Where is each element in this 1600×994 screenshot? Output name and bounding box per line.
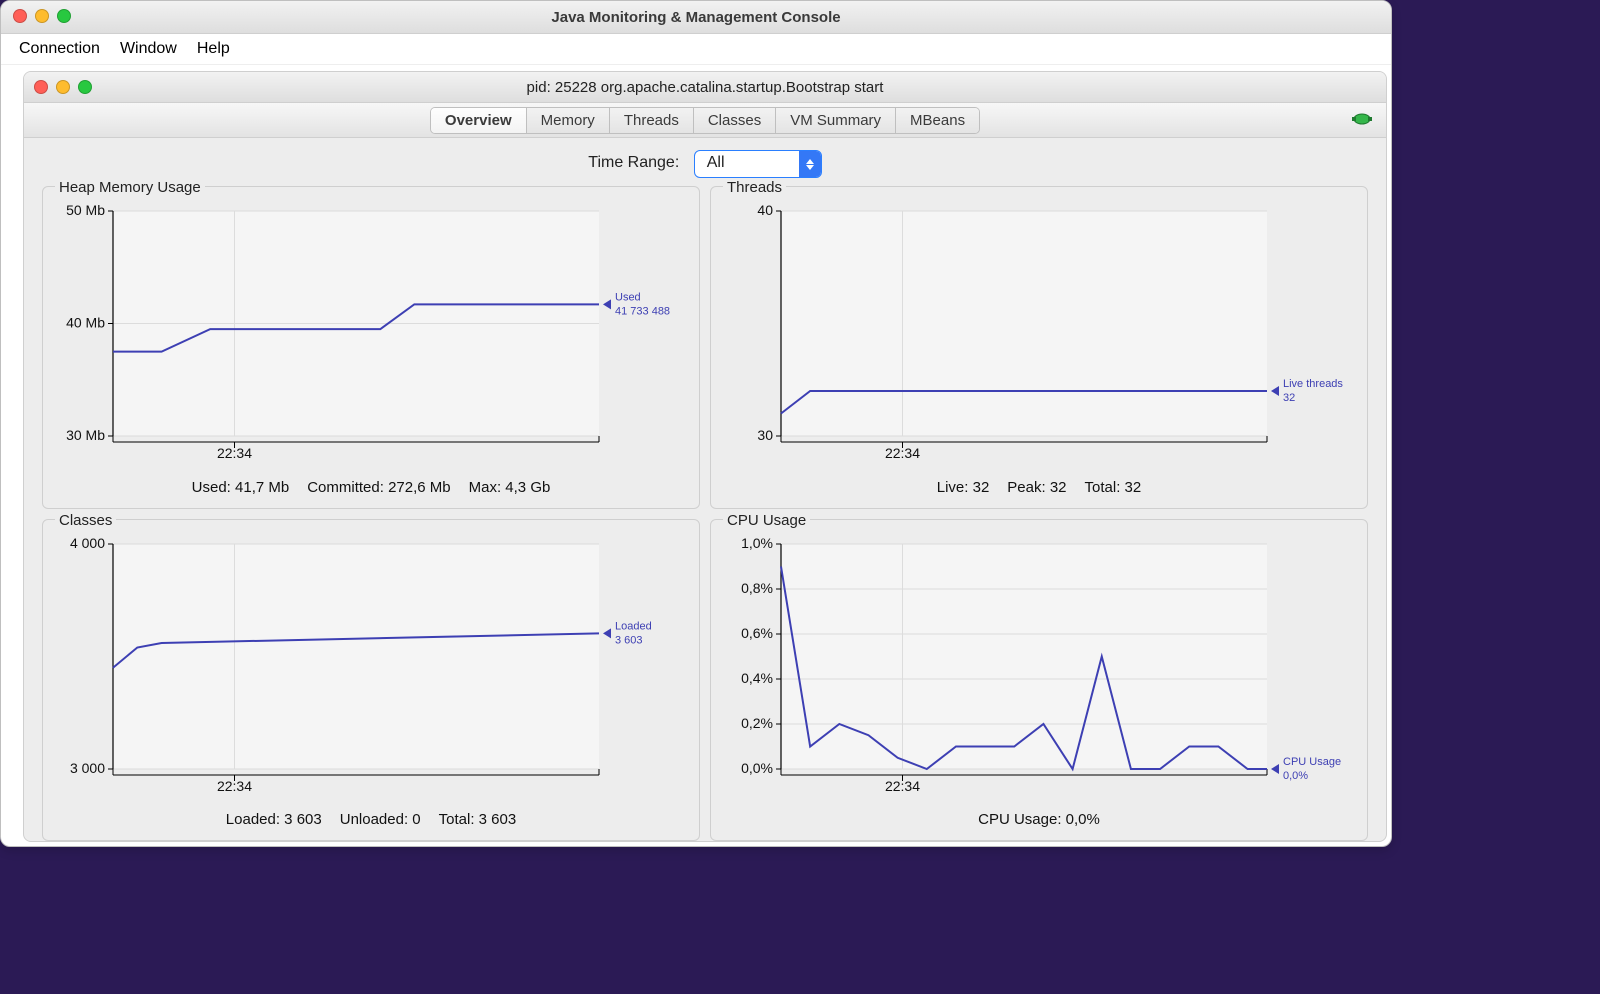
svg-text:22:34: 22:34 <box>885 445 920 461</box>
threads-live: Live: 32 <box>937 479 990 496</box>
svg-text:0,4%: 0,4% <box>741 670 773 686</box>
svg-text:1,0%: 1,0% <box>741 538 773 551</box>
card-heap: Heap Memory Usage 30 Mb40 Mb50 Mb22:34Us… <box>42 186 700 509</box>
svg-text:0,0%: 0,0% <box>1283 770 1308 782</box>
tab-classes[interactable]: Classes <box>694 108 776 133</box>
card-cpu-title: CPU Usage <box>723 512 810 529</box>
svg-text:4 000: 4 000 <box>70 538 105 551</box>
classes-total: Total: 3 603 <box>439 811 517 828</box>
document-traffic-lights[interactable] <box>34 80 92 94</box>
classes-loaded: Loaded: 3 603 <box>226 811 322 828</box>
menu-connection[interactable]: Connection <box>19 40 100 58</box>
doc-close-icon[interactable] <box>34 80 48 94</box>
close-icon[interactable] <box>13 9 27 23</box>
svg-text:Loaded: Loaded <box>615 620 652 632</box>
doc-minimize-icon[interactable] <box>56 80 70 94</box>
tab-threads[interactable]: Threads <box>610 108 694 133</box>
card-classes: Classes 3 0004 00022:34Loaded3 603 Loade… <box>42 519 700 842</box>
connection-status-icon <box>1352 111 1372 127</box>
summary-heap: Used: 41,7 Mb Committed: 272,6 Mb Max: 4… <box>43 479 699 496</box>
tab-memory[interactable]: Memory <box>527 108 610 133</box>
svg-text:50 Mb: 50 Mb <box>66 205 105 218</box>
svg-text:40 Mb: 40 Mb <box>66 315 105 331</box>
cpu-usage: CPU Usage: 0,0% <box>978 811 1100 828</box>
outer-traffic-lights[interactable] <box>13 9 71 23</box>
tab-overview[interactable]: Overview <box>431 108 527 133</box>
threads-peak: Peak: 32 <box>1007 479 1066 496</box>
outer-titlebar: Java Monitoring & Management Console <box>1 1 1391 34</box>
svg-text:41 733 488: 41 733 488 <box>615 305 670 317</box>
svg-text:0,0%: 0,0% <box>741 760 773 776</box>
menu-window[interactable]: Window <box>120 40 177 58</box>
time-range-value: All <box>707 154 725 171</box>
classes-unloaded: Unloaded: 0 <box>340 811 421 828</box>
summary-cpu: CPU Usage: 0,0% <box>711 811 1367 828</box>
document-titlebar: pid: 25228 org.apache.catalina.startup.B… <box>24 72 1386 103</box>
doc-zoom-icon[interactable] <box>78 80 92 94</box>
time-range-label: Time Range: <box>588 154 679 171</box>
menubar: Connection Window Help <box>1 34 1391 65</box>
heap-max: Max: 4,3 Gb <box>469 479 551 496</box>
svg-text:30 Mb: 30 Mb <box>66 427 105 443</box>
time-range-select[interactable]: All <box>694 150 822 178</box>
menu-help[interactable]: Help <box>197 40 230 58</box>
card-classes-title: Classes <box>55 512 116 529</box>
svg-text:32: 32 <box>1283 392 1295 404</box>
summary-threads: Live: 32 Peak: 32 Total: 32 <box>711 479 1367 496</box>
svg-text:40: 40 <box>757 205 773 218</box>
time-range-row: Time Range: All <box>24 138 1386 186</box>
svg-text:0,8%: 0,8% <box>741 580 773 596</box>
heap-committed: Committed: 272,6 Mb <box>307 479 450 496</box>
chevron-updown-icon <box>799 151 821 177</box>
minimize-icon[interactable] <box>35 9 49 23</box>
svg-text:0,6%: 0,6% <box>741 625 773 641</box>
app-title: Java Monitoring & Management Console <box>551 9 840 26</box>
svg-text:CPU Usage: CPU Usage <box>1283 756 1341 768</box>
threads-total: Total: 32 <box>1085 479 1142 496</box>
card-heap-title: Heap Memory Usage <box>55 179 205 196</box>
svg-text:Live threads: Live threads <box>1283 378 1343 390</box>
svg-text:Used: Used <box>615 291 641 303</box>
svg-text:22:34: 22:34 <box>885 778 920 794</box>
charts-grid: Heap Memory Usage 30 Mb40 Mb50 Mb22:34Us… <box>24 186 1386 842</box>
heap-used: Used: 41,7 Mb <box>192 479 290 496</box>
summary-classes: Loaded: 3 603 Unloaded: 0 Total: 3 603 <box>43 811 699 828</box>
app-window: Java Monitoring & Management Console Con… <box>0 0 1392 847</box>
svg-text:22:34: 22:34 <box>217 778 252 794</box>
svg-text:3 000: 3 000 <box>70 760 105 776</box>
chart-heap[interactable]: 30 Mb 40 Mb 50 Mb 22:34 Used 41 733 488 <box>53 205 689 462</box>
chart-cpu[interactable]: 0,0% 0,2% 0,4% 0,6% 0,8% 1,0% 22:34 CPU Usage 0,… <box>721 538 1357 795</box>
svg-text:22:34: 22:34 <box>217 445 252 461</box>
tab-group: Overview Memory Threads Classes VM Summa… <box>430 107 980 134</box>
tabbar: Overview Memory Threads Classes VM Summa… <box>24 103 1386 138</box>
tab-vm-summary[interactable]: VM Summary <box>776 108 896 133</box>
card-threads-title: Threads <box>723 179 786 196</box>
svg-text:3 603: 3 603 <box>615 634 643 646</box>
zoom-icon[interactable] <box>57 9 71 23</box>
tab-mbeans[interactable]: MBeans <box>896 108 979 133</box>
card-cpu: CPU Usage 0,0% 0,2% 0,4% 0,6% 0,8% 1,0% 22:34 C… <box>710 519 1368 842</box>
svg-text:0,2%: 0,2% <box>741 715 773 731</box>
chart-threads[interactable]: 30 40 22:34 Live threads 32 <box>721 205 1357 462</box>
card-threads: Threads 304022:34Live threads32 Live: 32… <box>710 186 1368 509</box>
document-title: pid: 25228 org.apache.catalina.startup.B… <box>527 79 884 96</box>
chart-classes[interactable]: 3 000 4 000 22:34 Loaded 3 603 <box>53 538 689 795</box>
svg-text:30: 30 <box>757 427 773 443</box>
document-window: pid: 25228 org.apache.catalina.startup.B… <box>23 71 1387 842</box>
